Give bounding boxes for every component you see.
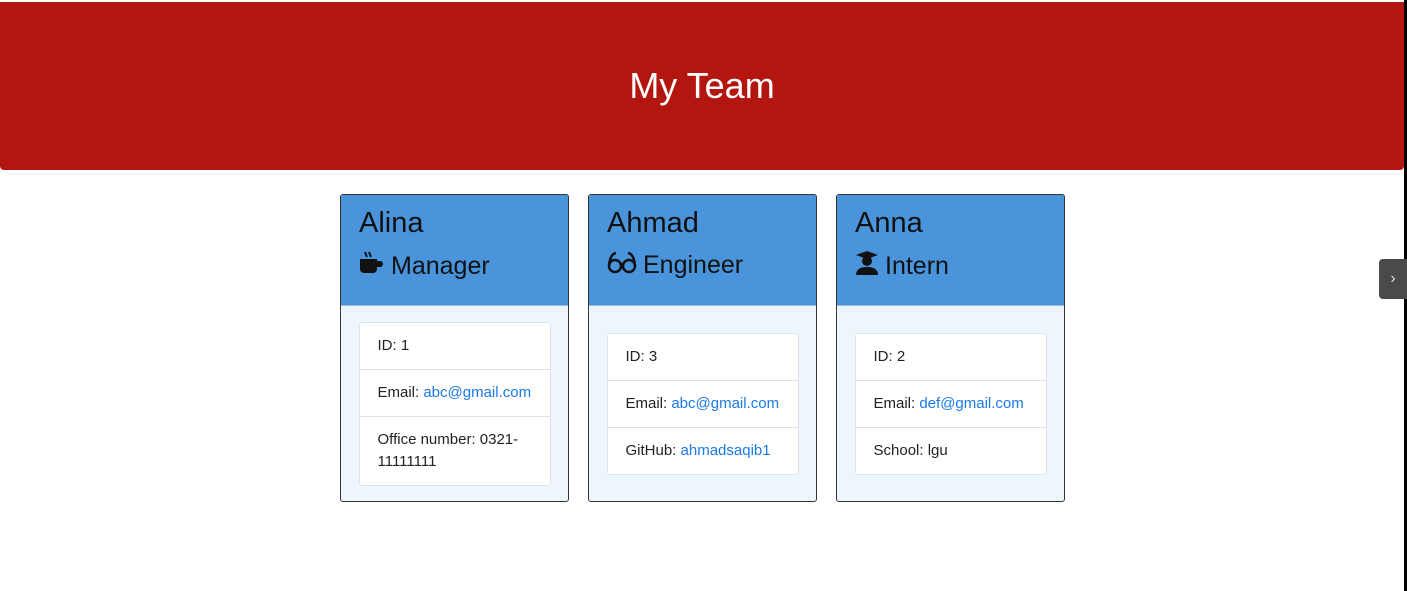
list-item: ID: 1 [377,336,410,354]
info-list: ID: 2 Email: def@gmail.com School: lgu [854,332,1047,475]
glasses-icon [607,250,637,281]
list-item: Email: abc@gmail.com [359,368,550,416]
employee-name: Anna [855,207,923,239]
coffee-icon [359,250,385,283]
list-item: GitHub: ahmadsaqib1 [607,426,798,474]
employee-card: Anna Intern ID: 2 Email: def@gmail.com Sch… [836,194,1065,502]
list-item: Email: abc@gmail.com [607,379,798,427]
info-list: ID: 1 Email: abc@gmail.com Office number: … [358,321,551,486]
list-item: School: lgu [855,426,1046,474]
info-link[interactable]: abc@gmail.com [423,384,531,401]
employee-name: Ahmad [607,207,699,239]
employee-role: Manager [359,250,550,283]
list-item: ID: 2 [873,347,906,365]
list-item: ID: 3 [625,347,658,365]
chevron-right-icon: › [1390,270,1396,287]
employee-card: Ahmad Engineer ID: 3 Email: abc@gmail.com… [588,194,817,502]
card-header: Anna Intern [837,195,1064,306]
list-item: Email: def@gmail.com [855,379,1046,427]
card-header: Ahmad Engineer [589,195,816,306]
header-banner: My Team [0,2,1404,170]
graduate-icon [855,250,879,283]
card-body: ID: 2 Email: def@gmail.com School: lgu [837,306,1064,501]
list-item: Office number: 0321-11111111 [359,415,550,485]
employee-role: Engineer [607,250,798,281]
card-body: ID: 3 Email: abc@gmail.com GitHub: ahmadsa… [589,306,816,501]
team-cards: Alina Manager ID: 1 Email: abc@gmail.com O… [340,194,1065,502]
employee-card: Alina Manager ID: 1 Email: abc@gmail.com O… [340,194,569,502]
card-header: Alina Manager [341,195,568,306]
sidebar-toggle-button[interactable]: › [1379,259,1407,299]
info-link[interactable]: def@gmail.com [919,395,1023,412]
employee-name: Alina [359,207,424,239]
info-link[interactable]: abc@gmail.com [671,395,779,412]
page-title: My Team [629,65,775,106]
card-body: ID: 1 Email: abc@gmail.com Office number: … [341,306,568,501]
info-list: ID: 3 Email: abc@gmail.com GitHub: ahmadsa… [606,332,799,475]
info-link[interactable]: ahmadsaqib1 [681,442,771,459]
employee-role: Intern [855,250,1046,283]
